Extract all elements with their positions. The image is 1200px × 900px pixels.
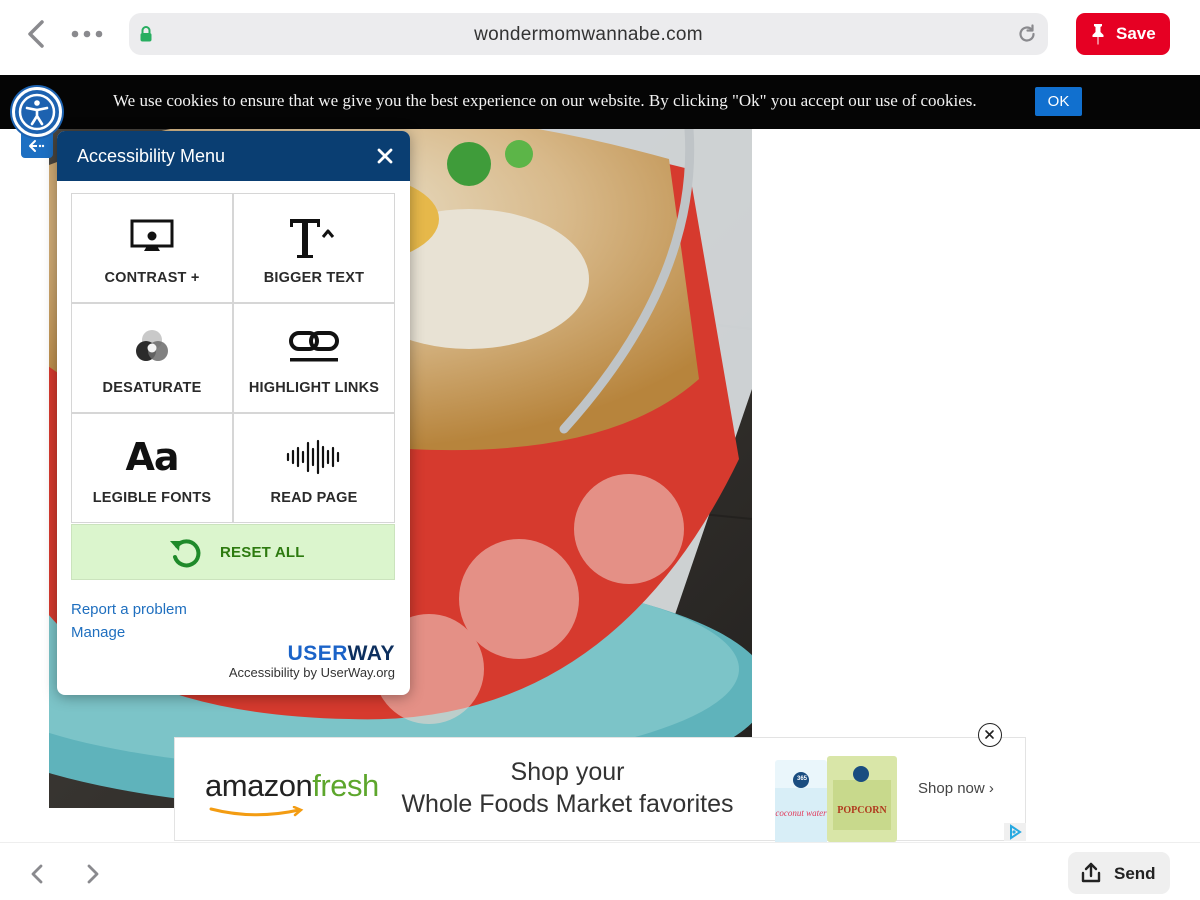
cookie-banner: We use cookies to ensure that we give yo… (0, 75, 1200, 129)
accessibility-menu-header: Accessibility Menu (57, 131, 410, 181)
desaturate-icon (72, 322, 232, 372)
send-button[interactable]: Send (1068, 852, 1170, 894)
bottom-toolbar: Send (0, 842, 1200, 900)
pin-icon (1092, 24, 1104, 45)
userway-logo[interactable]: USERWAY (288, 642, 395, 666)
next-icon[interactable] (82, 863, 104, 885)
previous-icon[interactable] (26, 863, 48, 885)
bigger-text-tile[interactable]: BIGGER TEXT (233, 193, 395, 303)
cookie-message: We use cookies to ensure that we give yo… (113, 91, 977, 110)
browser-window: wondermomwannabe.com Save We use cookies… (0, 0, 1200, 900)
browser-toolbar: wondermomwannabe.com Save (0, 0, 1200, 75)
reload-icon[interactable] (1016, 23, 1038, 45)
close-icon[interactable] (376, 147, 394, 165)
ad-brand-fresh: fresh (312, 768, 379, 803)
legible-fonts-label: LEGIBLE FONTS (92, 490, 212, 506)
ad-brand-amazon: amazon (205, 768, 313, 803)
amazon-fresh-ad[interactable]: amazonfresh Shop your Whole Foods Market… (174, 737, 1026, 842)
ad-close-icon[interactable] (978, 723, 1002, 747)
contrast-tile[interactable]: CONTRAST + (71, 193, 233, 303)
save-label: Save (1116, 24, 1156, 43)
bigger-text-label: BIGGER TEXT (263, 270, 365, 286)
monitor-icon (72, 212, 232, 262)
more-options-icon[interactable] (70, 22, 104, 46)
product-popcorn-label: POPCORN (837, 805, 887, 816)
ad-product-image: 365 coconut water POPCORN (771, 750, 901, 842)
shop-now-link[interactable]: Shop now › (918, 780, 994, 797)
desaturate-tile[interactable]: DESATURATE (71, 303, 233, 413)
ad-headline-2: Whole Foods Market favorites (401, 790, 734, 818)
legible-fonts-tile[interactable]: Aa LEGIBLE FONTS (71, 413, 233, 523)
highlight-links-label: HIGHLIGHT LINKS (248, 380, 380, 396)
reset-all-button[interactable]: RESET ALL (71, 524, 395, 580)
read-page-label: READ PAGE (270, 490, 358, 506)
reset-icon (170, 539, 201, 568)
link-icon (234, 322, 394, 372)
cookie-ok-button[interactable]: OK (1035, 87, 1082, 116)
userway-credit: Accessibility by UserWay.org (228, 665, 395, 680)
read-page-tile[interactable]: READ PAGE (233, 413, 395, 523)
userway-logo-user: USER (287, 642, 348, 665)
url-text: wondermomwannabe.com (474, 24, 703, 45)
report-problem-link[interactable]: Report a problem (71, 601, 187, 618)
save-button[interactable]: Save (1076, 13, 1170, 55)
accessibility-menu-title: Accessibility Menu (77, 146, 226, 166)
amazon-fresh-logo: amazonfresh (205, 768, 379, 804)
text-size-icon (234, 212, 394, 262)
adchoices-icon[interactable] (1004, 823, 1026, 841)
address-bar[interactable]: wondermomwannabe.com (129, 13, 1048, 55)
reset-all-label: RESET ALL (220, 544, 305, 561)
desaturate-label: DESATURATE (102, 380, 202, 396)
contrast-label: CONTRAST + (104, 270, 200, 286)
back-icon[interactable] (22, 18, 52, 50)
product-coconut-label: coconut water (775, 808, 827, 818)
accessibility-icon[interactable] (12, 87, 62, 137)
highlight-links-tile[interactable]: HIGHLIGHT LINKS (233, 303, 395, 413)
amazon-smile-icon (209, 806, 304, 817)
product-brand-label: 365 (796, 776, 807, 782)
sound-wave-icon (234, 432, 394, 482)
ad-headline-1: Shop your (510, 758, 625, 786)
send-label: Send (1114, 864, 1156, 883)
accessibility-menu: Accessibility Menu CONTRAST + BIGGER TEX… (57, 131, 410, 695)
share-icon (1081, 862, 1101, 883)
font-icon: Aa (125, 435, 179, 479)
manage-link[interactable]: Manage (71, 624, 125, 641)
userway-logo-way: WAY (347, 642, 395, 665)
